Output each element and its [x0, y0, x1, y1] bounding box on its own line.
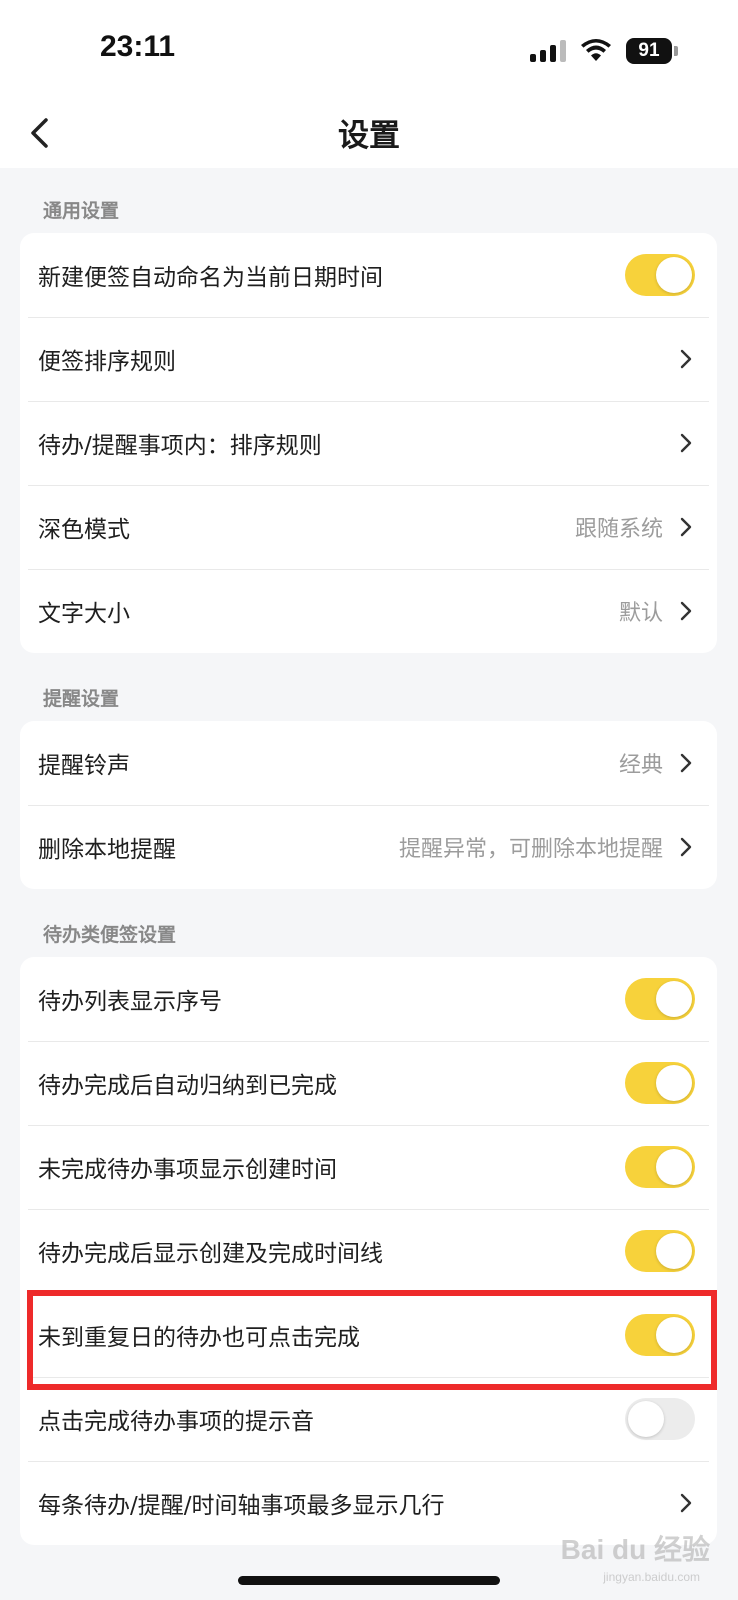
setting-row-auto-name[interactable]: 新建便签自动命名为当前日期时间 [20, 233, 717, 317]
row-label: 提醒铃声 [38, 753, 130, 779]
setting-row-delete-local-reminder[interactable]: 删除本地提醒 提醒异常，可删除本地提醒 [20, 805, 717, 889]
battery-level: 91 [626, 38, 672, 64]
row-value: 默认 [618, 601, 663, 626]
card-reminder: 提醒铃声 经典 删除本地提醒 提醒异常，可删除本地提醒 [20, 721, 717, 889]
status-time: 23:11 [100, 30, 176, 63]
setting-row-todo-auto-archive[interactable]: 待办完成后自动归纳到已完成 [20, 1041, 717, 1125]
setting-row-show-timeline[interactable]: 待办完成后显示创建及完成时间线 [20, 1209, 717, 1293]
setting-row-ringtone[interactable]: 提醒铃声 经典 [20, 721, 717, 805]
row-label: 深色模式 [38, 517, 130, 543]
row-value: 跟随系统 [574, 517, 663, 542]
battery-icon: 91 [626, 38, 678, 64]
home-indicator[interactable] [238, 1576, 500, 1585]
setting-row-complete-sound[interactable]: 点击完成待办事项的提示音 [20, 1377, 717, 1461]
row-label: 每条待办/提醒/时间轴事项最多显示几行 [38, 1493, 445, 1519]
cellular-signal-icon [530, 40, 566, 62]
row-label: 待办完成后显示创建及完成时间线 [38, 1241, 383, 1267]
chevron-right-icon [680, 433, 692, 453]
chevron-right-icon [680, 1493, 692, 1513]
section-header-reminder: 提醒设置 [43, 688, 120, 710]
row-label: 待办列表显示序号 [38, 989, 222, 1015]
complete-sound-toggle[interactable] [625, 1398, 695, 1440]
row-label: 点击完成待办事项的提示音 [38, 1409, 314, 1435]
chevron-right-icon [680, 601, 692, 621]
show-create-time-toggle[interactable] [625, 1146, 695, 1188]
nav-bar: 设置 [0, 98, 738, 168]
page-title: 设置 [338, 118, 400, 154]
chevron-right-icon [680, 517, 692, 537]
wifi-icon [581, 39, 611, 61]
chevron-right-icon [680, 753, 692, 773]
baidu-watermark-url: jingyan.baidu.com [603, 1570, 700, 1584]
todo-show-index-toggle[interactable] [625, 978, 695, 1020]
chevron-right-icon [680, 837, 692, 857]
row-label: 便签排序规则 [38, 349, 176, 375]
row-label: 待办/提醒事项内：排序规则 [38, 433, 322, 459]
card-todo: 待办列表显示序号 待办完成后自动归纳到已完成 未完成待办事项显示创建时间 待办完… [20, 957, 717, 1545]
section-header-general: 通用设置 [43, 200, 120, 222]
row-label: 新建便签自动命名为当前日期时间 [38, 265, 383, 291]
row-label: 文字大小 [38, 601, 130, 627]
todo-auto-archive-toggle[interactable] [625, 1062, 695, 1104]
setting-row-complete-before-repeat-day[interactable]: 未到重复日的待办也可点击完成 [20, 1293, 717, 1377]
setting-row-show-create-time[interactable]: 未完成待办事项显示创建时间 [20, 1125, 717, 1209]
row-label: 未完成待办事项显示创建时间 [38, 1157, 337, 1183]
row-value: 提醒异常，可删除本地提醒 [398, 837, 663, 862]
row-label: 待办完成后自动归纳到已完成 [38, 1073, 337, 1099]
baidu-watermark: Bai du 经验 [560, 1534, 710, 1565]
auto-name-toggle[interactable] [625, 254, 695, 296]
row-label: 删除本地提醒 [38, 837, 176, 863]
setting-row-todo-show-index[interactable]: 待办列表显示序号 [20, 957, 717, 1041]
setting-row-font-size[interactable]: 文字大小 默认 [20, 569, 717, 653]
section-header-todo: 待办类便签设置 [43, 924, 177, 946]
setting-row-note-sort[interactable]: 便签排序规则 [20, 317, 717, 401]
show-timeline-toggle[interactable] [625, 1230, 695, 1272]
complete-before-repeat-day-toggle[interactable] [625, 1314, 695, 1356]
status-icons: 91 [530, 36, 678, 66]
setting-row-dark-mode[interactable]: 深色模式 跟随系统 [20, 485, 717, 569]
setting-row-todo-sort[interactable]: 待办/提醒事项内：排序规则 [20, 401, 717, 485]
chevron-right-icon [680, 349, 692, 369]
row-label: 未到重复日的待办也可点击完成 [38, 1325, 360, 1351]
card-general: 新建便签自动命名为当前日期时间 便签排序规则 待办/提醒事项内：排序规则 深色模… [20, 233, 717, 653]
row-value: 经典 [618, 753, 663, 778]
status-bar: 23:11 91 [0, 0, 738, 98]
